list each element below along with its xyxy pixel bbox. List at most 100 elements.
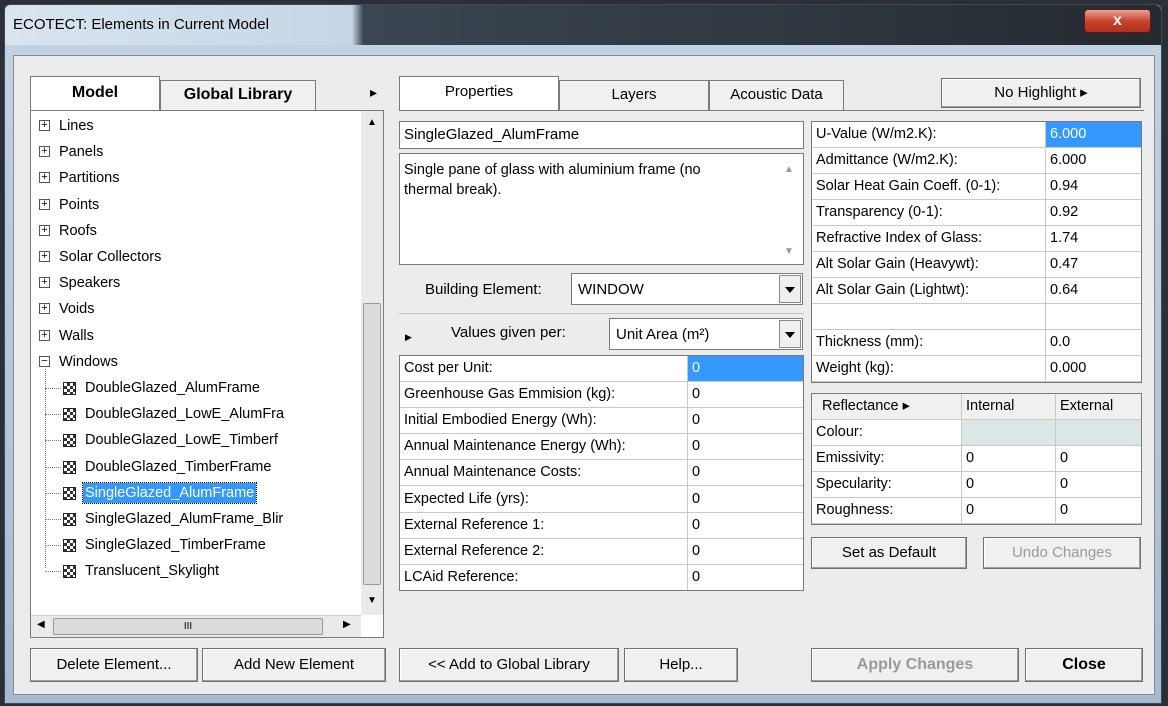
scroll-right-icon[interactable]: ▶ <box>343 619 351 630</box>
cost-row[interactable]: Expected Life (yrs): 0 <box>400 487 803 513</box>
tree-vertical-scrollbar[interactable]: ▲ ▼ <box>361 111 383 615</box>
cost-value[interactable]: 0 <box>688 382 803 407</box>
thermal-row[interactable]: Thickness (mm): 0.0 <box>812 330 1141 356</box>
cost-row[interactable]: Annual Maintenance Energy (Wh): 0 <box>400 434 803 461</box>
add-to-global-library-button[interactable]: << Add to Global Library <box>399 648 619 682</box>
cost-row[interactable]: Greenhouse Gas Emmision (kg): 0 <box>400 382 803 409</box>
cost-value[interactable]: 0 <box>688 434 803 459</box>
cost-row[interactable]: Annual Maintenance Costs: 0 <box>400 460 803 487</box>
tab-scroll-right-icon[interactable]: ▸ <box>370 84 377 101</box>
add-new-element-button[interactable]: Add New Element <box>202 648 386 682</box>
scroll-down-icon[interactable]: ▼ <box>367 595 377 606</box>
thermal-value[interactable]: 6.000 <box>1046 122 1141 147</box>
set-as-default-button[interactable]: Set as Default <box>811 537 967 569</box>
thermal-row[interactable]: Alt Solar Gain (Lightwt): 0.64 <box>812 278 1141 304</box>
thermal-value[interactable] <box>1046 304 1141 329</box>
thermal-row[interactable]: Transparency (0-1): 0.92 <box>812 200 1141 226</box>
desc-scroll-up-icon[interactable]: ▲ <box>784 164 794 175</box>
no-highlight-button[interactable]: No Highlight ▸ <box>941 78 1141 108</box>
external-value[interactable] <box>1056 420 1141 445</box>
tree-scroll-thumb[interactable] <box>363 303 381 585</box>
tree-hscroll-thumb[interactable]: III <box>53 618 323 635</box>
thermal-row[interactable]: U-Value (W/m2.K): 6.000 <box>812 122 1141 148</box>
cost-value[interactable]: 0 <box>688 487 803 512</box>
expand-plus-icon[interactable]: + <box>39 198 50 210</box>
internal-value[interactable] <box>962 420 1055 445</box>
building-element-select[interactable]: WINDOW <box>571 273 803 305</box>
thermal-value[interactable]: 0.0 <box>1046 330 1141 355</box>
tree-window-item[interactable]: Translucent_Skylight <box>31 558 351 584</box>
tree-category-item[interactable]: + Lines <box>31 113 351 139</box>
desc-scroll-down-icon[interactable]: ▼ <box>784 246 794 257</box>
thermal-row[interactable] <box>812 304 1141 330</box>
expand-arrow-icon[interactable]: ▶ <box>405 332 412 343</box>
tree-window-item[interactable]: SingleGlazed_TimberFrame <box>31 532 351 558</box>
help-button[interactable]: Help... <box>624 648 738 682</box>
tree-category-item[interactable]: + Voids <box>31 296 351 322</box>
expand-plus-icon[interactable]: + <box>39 146 50 158</box>
tree-category-item[interactable]: + Speakers <box>31 270 351 296</box>
element-name-field[interactable]: SingleGlazed_AlumFrame <box>399 121 804 149</box>
close-button[interactable]: Close <box>1025 648 1143 682</box>
cost-row[interactable]: LCAid Reference: 0 <box>400 565 803 590</box>
expand-plus-icon[interactable]: + <box>39 224 50 236</box>
expand-plus-icon[interactable]: + <box>39 251 50 262</box>
tree-window-item[interactable]: SingleGlazed_AlumFrame_Blir <box>31 506 351 532</box>
external-value[interactable]: 0 <box>1056 498 1141 523</box>
tree-category-item[interactable]: − Windows <box>31 349 351 375</box>
cost-row[interactable]: External Reference 1: 0 <box>400 513 803 539</box>
tree-category-item[interactable]: + Points <box>31 192 351 218</box>
scroll-left-icon[interactable]: ◀ <box>37 619 45 630</box>
tab-layers[interactable]: Layers <box>559 80 709 110</box>
tab-acoustic-data[interactable]: Acoustic Data <box>709 80 844 110</box>
expand-plus-icon[interactable]: + <box>39 303 50 315</box>
cost-value[interactable]: 0 <box>688 408 803 433</box>
internal-value[interactable]: 0 <box>962 446 1055 471</box>
values-given-per-select[interactable]: Unit Area (m²) <box>609 318 803 350</box>
expand-plus-icon[interactable]: + <box>39 277 50 289</box>
element-description-field[interactable]: Single pane of glass with aluminium fram… <box>399 153 804 265</box>
thermal-row[interactable]: Weight (kg): 0.000 <box>812 356 1141 382</box>
tree-category-item[interactable]: + Roofs <box>31 218 351 244</box>
reflectance-header-button[interactable]: Reflectance ▸ <box>812 394 960 419</box>
reflectance-row[interactable]: Colour: <box>812 420 1141 446</box>
thermal-value[interactable]: 1.74 <box>1046 226 1141 251</box>
expand-plus-icon[interactable]: + <box>39 329 50 341</box>
title-bar[interactable]: ECOTECT: Elements in Current Model x <box>5 5 1161 45</box>
undo-changes-button[interactable]: Undo Changes <box>983 537 1141 569</box>
tree-window-item[interactable]: SingleGlazed_AlumFrame <box>31 480 351 506</box>
thermal-value[interactable]: 0.94 <box>1046 174 1141 199</box>
cost-value[interactable]: 0 <box>688 513 803 538</box>
tree-window-item[interactable]: DoubleGlazed_LowE_AlumFra <box>31 401 351 427</box>
tab-model[interactable]: Model <box>30 76 160 110</box>
chevron-down-icon[interactable] <box>779 275 801 303</box>
tree-category-item[interactable]: + Panels <box>31 139 351 165</box>
tree-category-item[interactable]: + Walls <box>31 323 351 349</box>
cost-row[interactable]: Initial Embodied Energy (Wh): 0 <box>400 408 803 435</box>
cost-value[interactable]: 0 <box>688 356 803 381</box>
apply-changes-button[interactable]: Apply Changes <box>811 648 1019 682</box>
external-value[interactable]: 0 <box>1056 472 1141 497</box>
thermal-value[interactable]: 0.47 <box>1046 252 1141 277</box>
thermal-value[interactable]: 6.000 <box>1046 148 1141 173</box>
internal-value[interactable]: 0 <box>962 498 1055 523</box>
tree-window-item[interactable]: DoubleGlazed_TimberFrame <box>31 454 351 480</box>
reflectance-row[interactable]: Roughness: 0 0 <box>812 498 1141 524</box>
thermal-value[interactable]: 0.000 <box>1046 356 1141 381</box>
tree-window-item[interactable]: DoubleGlazed_LowE_Timberf <box>31 427 351 453</box>
expand-plus-icon[interactable]: + <box>39 172 50 184</box>
cost-row[interactable]: Cost per Unit: 0 <box>400 356 803 382</box>
reflectance-row[interactable]: Specularity: 0 0 <box>812 472 1141 498</box>
thermal-value[interactable]: 0.64 <box>1046 278 1141 303</box>
external-value[interactable]: 0 <box>1056 446 1141 471</box>
tab-global-library[interactable]: Global Library <box>160 80 316 110</box>
collapse-minus-icon[interactable]: − <box>39 355 50 367</box>
thermal-value[interactable]: 0.92 <box>1046 200 1141 225</box>
tree-window-item[interactable]: DoubleGlazed_AlumFrame <box>31 375 351 401</box>
reflectance-table[interactable]: Reflectance ▸ Internal External Colour: Emis… <box>811 393 1142 525</box>
tree-category-item[interactable]: + Partitions <box>31 165 351 191</box>
thermal-properties-table[interactable]: U-Value (W/m2.K): 6.000 Admittance (W/m2.K… <box>811 121 1142 383</box>
element-tree[interactable]: + Lines + Panels + Partitions + Points + Roofs + So… <box>30 110 384 638</box>
internal-value[interactable]: 0 <box>962 472 1055 497</box>
scroll-up-icon[interactable]: ▲ <box>367 117 377 128</box>
